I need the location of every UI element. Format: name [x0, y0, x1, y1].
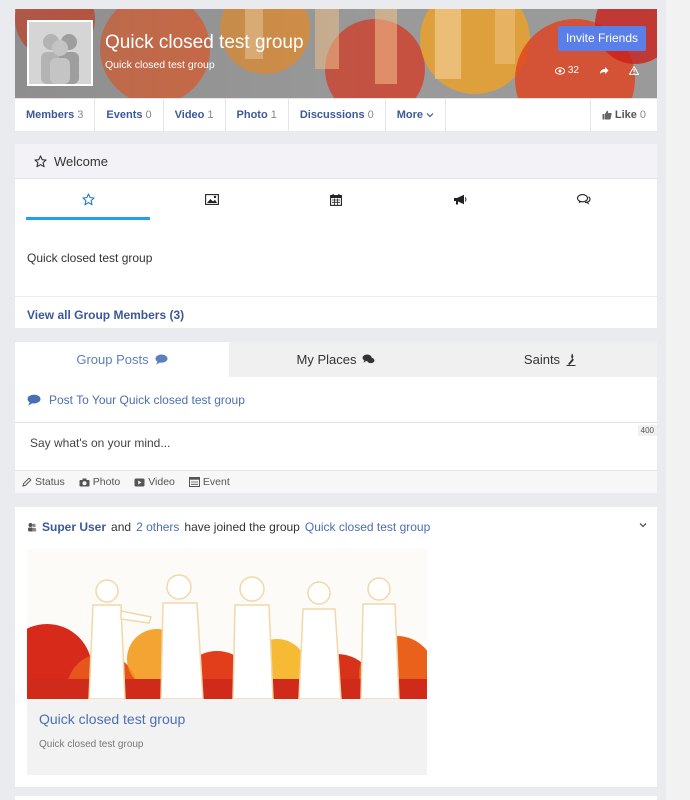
group-card-title[interactable]: Quick closed test group [27, 699, 427, 727]
post-composer: Group Posts My Places Saints Post To You… [15, 342, 657, 493]
views-count: 32 [554, 65, 579, 76]
welcome-icon-tabs [15, 179, 657, 220]
welcome-heading: Welcome [15, 144, 657, 179]
warning-icon [629, 66, 639, 75]
welcome-tab-about[interactable] [26, 179, 150, 220]
activity-options-button[interactable] [639, 517, 647, 531]
welcome-tab-photos[interactable] [150, 179, 274, 220]
activity-item: Super User and 2 others have joined the … [15, 507, 657, 787]
tab-photo[interactable]: Photo 1 [226, 99, 289, 131]
group-description: Quick closed test group [15, 220, 657, 297]
tab-saints[interactable]: Saints [443, 342, 657, 377]
tab-more[interactable]: More [386, 99, 447, 131]
share-icon [600, 67, 609, 74]
eye-icon [554, 66, 565, 75]
star-icon [34, 154, 47, 167]
cover-actions: 32 [554, 65, 639, 76]
candle-icon [566, 353, 576, 366]
post-type-status[interactable]: Status [22, 476, 65, 488]
invite-friends-button[interactable]: Invite Friends [557, 26, 646, 51]
group-card[interactable]: Quick closed test group Quick closed tes… [27, 549, 427, 775]
group-subtitle: Quick closed test group [105, 59, 215, 71]
users-icon [28, 523, 37, 532]
calendar-icon [188, 477, 200, 487]
view-all-members-link[interactable]: View all Group Members (3) [15, 297, 657, 333]
chevron-down-icon [639, 523, 647, 528]
tab-members[interactable]: Members 3 [15, 99, 96, 131]
post-type-photo[interactable]: Photo [79, 476, 120, 488]
pencil-icon [22, 477, 32, 487]
video-icon [134, 478, 145, 486]
welcome-tab-events[interactable] [274, 179, 398, 220]
actor-link[interactable]: Super User [42, 520, 106, 534]
tab-group-posts[interactable]: Group Posts [15, 342, 229, 377]
others-link[interactable]: 2 others [136, 520, 179, 534]
group-card-description: Quick closed test group [39, 739, 144, 750]
tab-video[interactable]: Video 1 [164, 99, 226, 131]
group-cover: Quick closed test group Quick closed tes… [15, 9, 657, 98]
group-avatar[interactable] [27, 20, 93, 86]
camera-icon [79, 478, 90, 486]
group-default-avatar-icon [41, 34, 79, 84]
tab-events[interactable]: Events 0 [95, 99, 164, 131]
group-tabs: Members 3 Events 0 Video 1 Photo 1 Discussio… [15, 98, 657, 131]
post-to-group[interactable]: Post To Your Quick closed test group [15, 377, 657, 423]
group-title[interactable]: Quick closed test group [105, 32, 304, 54]
post-type-selector: Status Photo Video Event [15, 471, 657, 493]
character-counter: 400 [637, 425, 657, 436]
megaphone-icon [454, 194, 467, 205]
comment-icon [155, 354, 168, 365]
star-icon [81, 193, 95, 206]
chevron-down-icon [426, 113, 434, 118]
post-type-event[interactable]: Event [188, 476, 230, 488]
tab-discussions[interactable]: Discussions 0 [289, 99, 386, 131]
welcome-tab-discussions[interactable] [522, 179, 646, 220]
comments-icon [577, 193, 591, 205]
like-button[interactable]: Like 0 [589, 99, 657, 131]
report-button[interactable] [629, 66, 639, 75]
group-silhouettes-image [27, 549, 427, 699]
comment-icon [27, 394, 41, 405]
activity-headline: Super User and 2 others have joined the … [27, 520, 430, 534]
calendar-icon [330, 193, 342, 206]
image-icon [205, 194, 219, 205]
group-link[interactable]: Quick closed test group [305, 520, 430, 534]
thumbs-up-icon [602, 110, 612, 120]
status-input[interactable]: Say what's on your mind... 400 [15, 423, 657, 471]
tab-my-places[interactable]: My Places [229, 342, 443, 377]
comments-icon [363, 354, 375, 364]
welcome-tab-announcements[interactable] [398, 179, 522, 220]
welcome-panel: Welcome Quick closed test group View all… [15, 144, 657, 328]
scrollbar-gutter[interactable] [666, 0, 690, 800]
composer-tabs: Group Posts My Places Saints [15, 342, 657, 377]
share-button[interactable] [599, 66, 609, 75]
post-type-video[interactable]: Video [134, 476, 175, 488]
group-card-image [27, 549, 427, 699]
